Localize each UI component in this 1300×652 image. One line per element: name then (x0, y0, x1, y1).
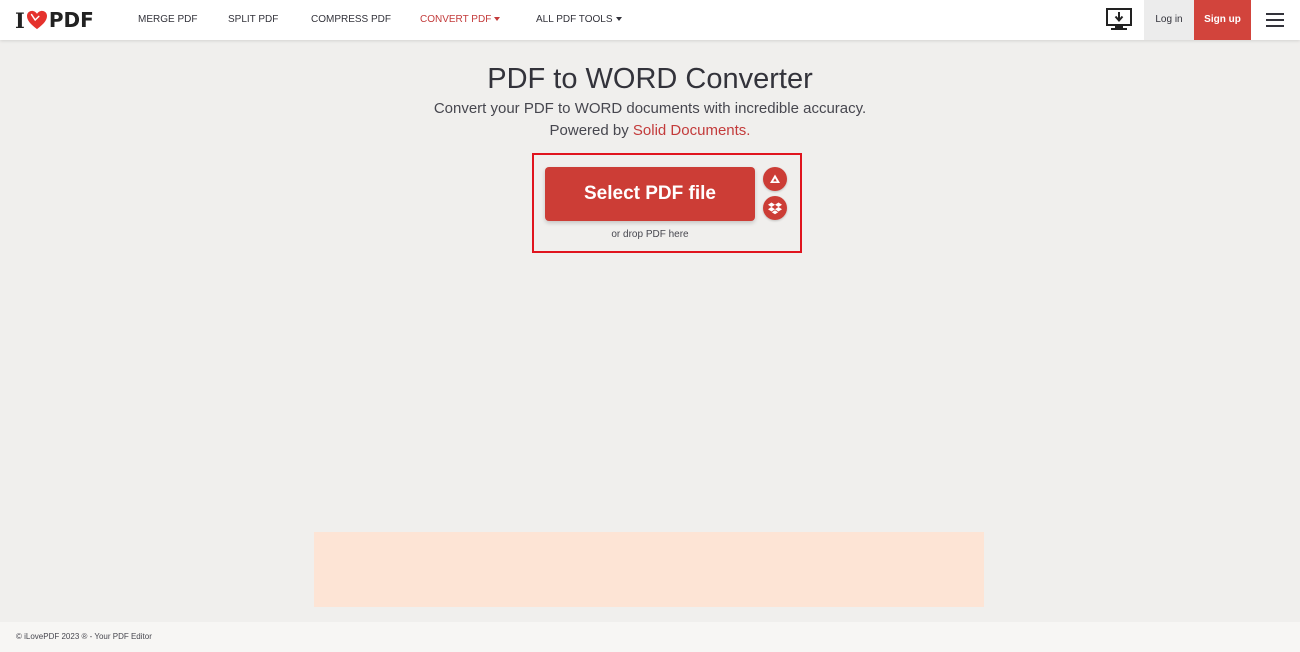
nav-all-pdf-tools[interactable]: ALL PDF TOOLS (536, 0, 622, 40)
nav-label: CONVERT PDF (420, 14, 492, 25)
page-subtitle: Convert your PDF to WORD documents with … (433, 100, 867, 117)
desktop-download-icon[interactable] (1106, 8, 1132, 32)
solid-documents-link[interactable]: Solid Documents. (633, 122, 751, 139)
nav-merge-pdf[interactable]: MERGE PDF (138, 0, 197, 40)
nav-split-pdf[interactable]: SPLIT PDF (228, 0, 278, 40)
nav-label: MERGE PDF (138, 14, 198, 25)
nav-compress-pdf[interactable]: COMPRESS PDF (311, 0, 391, 40)
nav-label: SPLIT PDF (228, 14, 279, 25)
footer: © iLovePDF 2023 ® - Your PDF Editor (0, 622, 1300, 652)
powered-by-line: Powered by Solid Documents. (0, 121, 1300, 141)
nav-label: ALL PDF TOOLS (536, 14, 613, 25)
ilovepdf-logo[interactable]: I PDF (15, 7, 94, 33)
powered-by-text: Powered by (549, 122, 633, 139)
nav-convert-pdf[interactable]: CONVERT PDF (420, 0, 501, 40)
select-pdf-file-button[interactable]: Select PDF file (545, 167, 755, 221)
hamburger-menu-icon[interactable] (1266, 13, 1284, 27)
login-button[interactable]: Log in (1144, 0, 1194, 40)
google-drive-icon (770, 174, 780, 183)
top-navigation-bar: I PDF MERGE PDF SPLIT PDF COMPRESS PDF C… (0, 0, 1300, 40)
nav-label: COMPRESS PDF (311, 14, 392, 25)
logo-prefix: I (15, 7, 25, 33)
page-title: PDF to WORD Converter (487, 63, 813, 95)
caret-down-icon (615, 17, 622, 21)
dropbox-icon (768, 202, 782, 215)
heart-icon (26, 10, 47, 30)
footer-copyright: © iLovePDF 2023 ® - Your PDF Editor (16, 632, 152, 641)
signup-button[interactable]: Sign up (1194, 0, 1251, 40)
dropbox-button[interactable] (763, 196, 787, 220)
caret-down-icon (494, 17, 501, 21)
drop-hint: or drop PDF here (611, 229, 689, 240)
logo-suffix: PDF (48, 8, 94, 32)
google-drive-button[interactable] (763, 167, 787, 191)
advertisement-area (314, 532, 984, 607)
